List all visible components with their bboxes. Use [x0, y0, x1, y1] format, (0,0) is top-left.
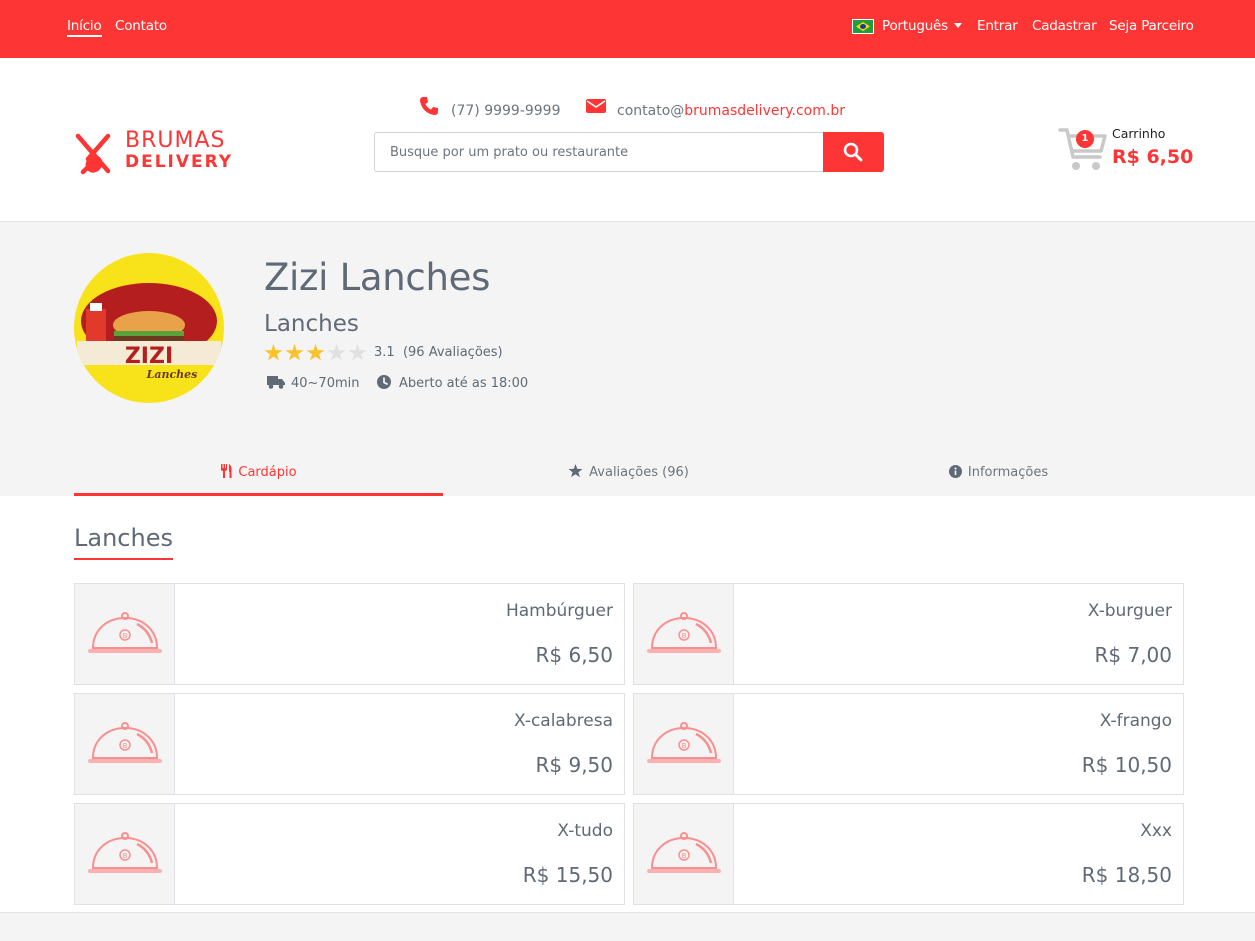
tab-cardapio[interactable]: Cardápio [74, 453, 443, 496]
section-title: Lanches [74, 524, 173, 560]
menu-item-thumbnail: B [75, 584, 175, 684]
menu-item-thumbnail: B [634, 804, 734, 904]
food-cloche-icon: B [88, 612, 162, 653]
svg-text:B: B [682, 742, 687, 750]
opening-hours-text: Aberto até as 18:00 [399, 376, 529, 391]
menu-item-price: R$ 10,50 [1081, 753, 1172, 777]
rating-star-icon [348, 344, 367, 361]
rating-summary[interactable]: 3.1 (96 Avaliações) [374, 345, 503, 360]
partner-link[interactable]: Seja Parceiro [1109, 18, 1194, 34]
menu-item-name: Hambúrguer [505, 601, 613, 621]
logo-lanches-text: Lanches [146, 368, 198, 381]
nav-inicio-link[interactable]: Início [67, 18, 102, 37]
menu-item-card[interactable]: B X-burguer R$ 7,00 [633, 583, 1184, 685]
search-button[interactable] [823, 132, 884, 172]
restaurant-name: Zizi Lanches [264, 256, 491, 299]
menu-item-price: R$ 7,00 [1094, 643, 1172, 667]
menu-item-price: R$ 9,50 [535, 753, 613, 777]
rating-star-icon [285, 344, 304, 361]
menu-section: Lanches B Hambúrguer R$ 6,50 B X-burguer R$ 7… [0, 496, 1255, 913]
language-label: Português [882, 18, 948, 34]
menu-item-card[interactable]: B X-tudo R$ 15,50 [74, 803, 625, 905]
menu-item-thumbnail: B [634, 694, 734, 794]
menu-item-thumbnail: B [634, 584, 734, 684]
svg-text:B: B [682, 852, 687, 860]
info-icon [948, 465, 962, 478]
phone-icon [420, 97, 438, 115]
login-link[interactable]: Entrar [977, 18, 1018, 34]
rating-value: 3.1 [374, 345, 395, 360]
delivery-time-text: 40~70min [291, 376, 360, 391]
menu-item-card[interactable]: B X-frango R$ 10,50 [633, 693, 1184, 795]
envelope-icon [586, 99, 606, 113]
star-icon [568, 464, 583, 478]
menu-item-name: Xxx [1140, 821, 1172, 841]
site-header: BRUMAS DELIVERY (77) 9999-9999 contato@b… [0, 58, 1255, 222]
tab-cardapio-label: Cardápio [238, 465, 297, 480]
menu-item-price: R$ 6,50 [535, 643, 613, 667]
food-cloche-icon: B [647, 722, 721, 763]
brand-logo[interactable]: BRUMAS DELIVERY [74, 130, 234, 180]
svg-text:B: B [682, 632, 687, 640]
tab-avaliacoes-label: Avaliações (96) [589, 465, 689, 480]
logo-line1: BRUMAS [125, 128, 226, 153]
language-dropdown[interactable]: Português [882, 18, 962, 34]
restaurant-logo: ZIZI Lanches [74, 253, 224, 403]
menu-item-price: R$ 15,50 [522, 863, 613, 887]
rating-star-icon [327, 344, 346, 361]
cart-label: Carrinho [1112, 126, 1166, 141]
top-navbar: Início Contato Português Entrar Cadastra… [0, 0, 1255, 58]
search-input[interactable] [375, 133, 824, 171]
spoon-knife-icon [75, 133, 111, 175]
svg-text:B: B [123, 742, 128, 750]
menu-item-thumbnail: B [75, 694, 175, 794]
food-cloche-icon: B [88, 722, 162, 763]
menu-item-name: X-calabresa [514, 711, 613, 731]
food-cloche-icon: B [88, 832, 162, 873]
restaurant-banner: ZIZI Lanches Zizi Lanches Lanches 3.1 (9… [0, 223, 1255, 496]
caret-down-icon [953, 23, 962, 28]
restaurant-tabs: Cardápio Avaliações (96) Informações [74, 453, 1184, 496]
reviews-count: (96 Avaliações) [402, 345, 503, 360]
svg-text:B: B [123, 852, 128, 860]
tab-informacoes[interactable]: Informações [814, 453, 1183, 496]
menu-item-thumbnail: B [75, 804, 175, 904]
menu-item-name: X-burguer [1087, 601, 1172, 621]
logo-line2: DELIVERY [125, 152, 234, 172]
restaurant-category: Lanches [264, 311, 359, 337]
clock-icon [377, 375, 391, 389]
menu-item-name: X-tudo [557, 821, 613, 841]
svg-text:B: B [123, 632, 128, 640]
delivery-time: 40~70min [267, 375, 360, 391]
logo-zizi-text: ZIZI [125, 344, 173, 369]
menu-item-name: X-frango [1099, 711, 1172, 731]
brazil-flag-icon [852, 19, 874, 34]
burger-logo-image: ZIZI Lanches [77, 283, 221, 381]
rating-star-icon [306, 344, 325, 361]
search-bar [374, 132, 884, 172]
opening-hours: Aberto até as 18:00 [377, 375, 528, 391]
cart-widget[interactable]: 1 Carrinho R$ 6,50 [1058, 124, 1193, 176]
tab-avaliacoes[interactable]: Avaliações (96) [444, 453, 813, 496]
rating-stars [264, 344, 369, 362]
nav-contato-link[interactable]: Contato [115, 18, 167, 34]
search-icon [843, 142, 863, 162]
rating-star-icon [264, 344, 283, 361]
menu-item-card[interactable]: B X-calabresa R$ 9,50 [74, 693, 625, 795]
email-domain: brumasdelivery.com.br [684, 103, 845, 119]
signup-link[interactable]: Cadastrar [1032, 18, 1097, 34]
email-prefix: contato@ [617, 103, 685, 119]
truck-icon [267, 376, 285, 389]
cart-total: R$ 6,50 [1112, 146, 1194, 168]
cart-count-badge: 1 [1076, 130, 1094, 148]
menu-item-card[interactable]: B Hambúrguer R$ 6,50 [74, 583, 625, 685]
food-cloche-icon: B [647, 832, 721, 873]
food-cloche-icon: B [647, 612, 721, 653]
phone-number: (77) 9999-9999 [451, 103, 561, 119]
utensils-icon [221, 464, 233, 478]
menu-item-price: R$ 18,50 [1081, 863, 1172, 887]
tab-informacoes-label: Informações [967, 465, 1049, 480]
menu-item-card[interactable]: B Xxx R$ 18,50 [633, 803, 1184, 905]
